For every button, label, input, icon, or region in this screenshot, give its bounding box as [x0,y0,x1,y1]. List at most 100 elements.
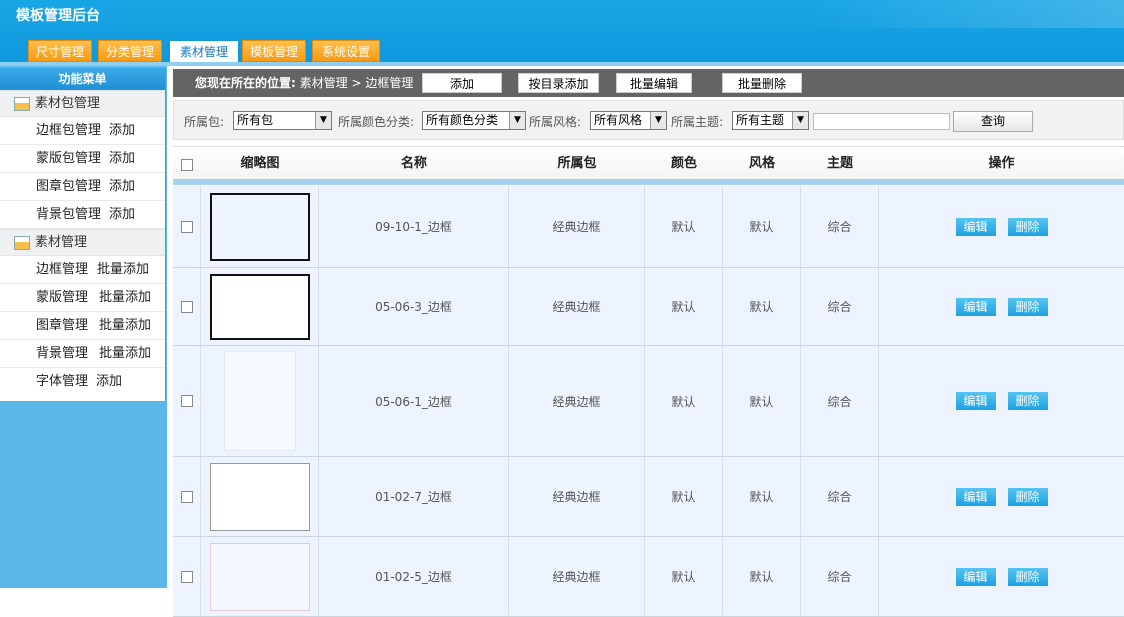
breadcrumb-prefix: 您现在所在的位置: [195,76,296,90]
sidebar-section-material[interactable]: 素材管理 [0,229,165,256]
select-all-cell [173,147,201,180]
query-button[interactable]: 查询 [953,111,1033,132]
sidebar-item-batch-add-link[interactable]: 批量添加 [99,284,151,311]
style-cell: 默认 [723,268,801,345]
sidebar-item-batch-add-link[interactable]: 批量添加 [99,340,151,367]
color-cell: 默认 [645,457,723,536]
chevron-down-icon: ▼ [315,112,331,129]
delete-button[interactable]: 删除 [1007,487,1048,506]
delete-button[interactable]: 删除 [1007,392,1048,410]
tab-category[interactable]: 分类管理 [98,40,162,62]
breadcrumb: 您现在所在的位置: 素材管理 > 边框管理 [195,69,413,97]
sidebar-item-mask-package[interactable]: 蒙版包管理 [36,145,101,172]
name-cell: 09-10-1_边框 [319,186,509,267]
style-cell: 默认 [723,457,801,536]
row-checkbox[interactable] [180,490,193,503]
package-select[interactable]: 所有包 ▼ [233,111,332,130]
row-select-cell [173,346,201,456]
ops-cell: 编辑 删除 [879,457,1124,536]
delete-button[interactable]: 删除 [1007,567,1048,586]
thumbnail-image [209,543,310,611]
package-cell: 经典边框 [509,346,645,456]
chevron-down-icon: ▼ [650,112,666,129]
ops-cell: 编辑 删除 [879,346,1124,456]
row-checkbox[interactable] [180,220,193,233]
table-row: 05-06-1_边框 经典边框 默认 默认 综合 编辑 删除 [173,346,1124,457]
color-filter-label: 所属颜色分类: [338,115,415,129]
ops-cell: 编辑 删除 [879,186,1124,267]
sidebar-item-border[interactable]: 边框管理 [36,256,88,283]
edit-button[interactable]: 编辑 [955,297,996,316]
theme-cell: 综合 [801,457,879,536]
sidebar-item-add-link[interactable]: 添加 [109,117,135,144]
edit-note-icon [14,235,30,250]
style-select-value: 所有风格 [594,113,643,127]
table-row: 05-06-3_边框 经典边框 默认 默认 综合 编辑 删除 [173,268,1124,346]
style-select[interactable]: 所有风格 ▼ [590,111,667,130]
sidebar-section-label: 素材管理 [35,235,88,250]
tab-material[interactable]: 素材管理 [169,40,239,63]
sidebar-item-batch-add-link[interactable]: 批量添加 [99,312,151,339]
tab-size[interactable]: 尺寸管理 [28,40,92,62]
thumb-cell [201,346,319,456]
row-checkbox[interactable] [180,570,193,583]
sidebar-item-batch-add-link[interactable]: 批量添加 [97,256,149,283]
sidebar-item-add-link[interactable]: 添加 [109,173,135,200]
edit-button[interactable]: 编辑 [955,392,996,410]
theme-select[interactable]: 所有主题 ▼ [732,111,809,130]
sidebar-item-add-link[interactable]: 添加 [109,201,135,228]
batch-delete-button[interactable]: 批量删除 [722,73,802,93]
add-by-directory-button[interactable]: 按目录添加 [518,73,599,93]
header-glow [804,0,1124,28]
sidebar-item-border-package[interactable]: 边框包管理 [36,117,101,144]
batch-edit-button[interactable]: 批量编辑 [616,73,692,93]
edit-button[interactable]: 编辑 [955,487,996,506]
row-checkbox[interactable] [180,395,193,407]
breadcrumb-path: 素材管理 > 边框管理 [299,76,414,90]
sidebar-item-add-link[interactable]: 添加 [109,145,135,172]
table-header: 缩略图 名称 所属包 颜色 风格 主题 操作 [173,146,1124,185]
sidebar: 功能菜单 素材包管理 边框包管理 添加 蒙版包管理 添加 图章包管理 添加 背景… [0,66,167,588]
chevron-down-icon: ▼ [509,112,525,129]
style-cell: 默认 [723,186,801,267]
thumbnail-image [209,462,310,531]
edit-button[interactable]: 编辑 [955,567,996,586]
header-package: 所属包 [557,156,597,171]
thumb-cell [201,186,319,267]
ops-cell: 编辑 删除 [879,537,1124,616]
location-bar: 您现在所在的位置: 素材管理 > 边框管理 添加 按目录添加 批量编辑 批量删除 [173,69,1124,97]
app-title: 模板管理后台 [16,8,100,24]
sidebar-item: 图章包管理 添加 [0,173,165,201]
color-select[interactable]: 所有颜色分类 ▼ [422,111,526,130]
header-underline [173,179,1124,185]
add-button[interactable]: 添加 [422,73,502,93]
row-checkbox[interactable] [180,300,193,313]
main-content: 您现在所在的位置: 素材管理 > 边框管理 添加 按目录添加 批量编辑 批量删除… [167,66,1124,617]
theme-cell: 综合 [801,346,879,456]
sidebar-item-add-link[interactable]: 添加 [96,368,122,395]
theme-select-value: 所有主题 [736,113,785,127]
name-cell: 05-06-3_边框 [319,268,509,345]
search-input[interactable] [813,113,950,130]
tab-settings[interactable]: 系统设置 [312,40,380,62]
theme-filter-label: 所属主题: [671,115,724,129]
sidebar-item-mask[interactable]: 蒙版管理 [36,284,88,311]
package-select-value: 所有包 [237,113,274,127]
color-cell: 默认 [645,537,723,616]
sidebar-item-background[interactable]: 背景管理 [36,340,88,367]
delete-button[interactable]: 删除 [1007,297,1048,316]
sidebar-item-font[interactable]: 字体管理 [36,368,88,395]
edit-button[interactable]: 编辑 [955,217,996,236]
sidebar-menu: 功能菜单 素材包管理 边框包管理 添加 蒙版包管理 添加 图章包管理 添加 背景… [0,68,166,401]
sidebar-item: 边框包管理 添加 [0,117,165,145]
sidebar-item-background-package[interactable]: 背景包管理 [36,201,101,228]
row-select-cell [173,186,201,267]
name-cell: 05-06-1_边框 [319,346,509,456]
sidebar-item-stamp[interactable]: 图章管理 [36,312,88,339]
sidebar-section-package[interactable]: 素材包管理 [0,90,165,117]
sidebar-item-stamp-package[interactable]: 图章包管理 [36,173,101,200]
select-all-checkbox[interactable] [181,159,193,171]
delete-button[interactable]: 删除 [1007,217,1048,236]
tab-template[interactable]: 模板管理 [242,40,306,62]
thumbnail-image [209,192,310,261]
